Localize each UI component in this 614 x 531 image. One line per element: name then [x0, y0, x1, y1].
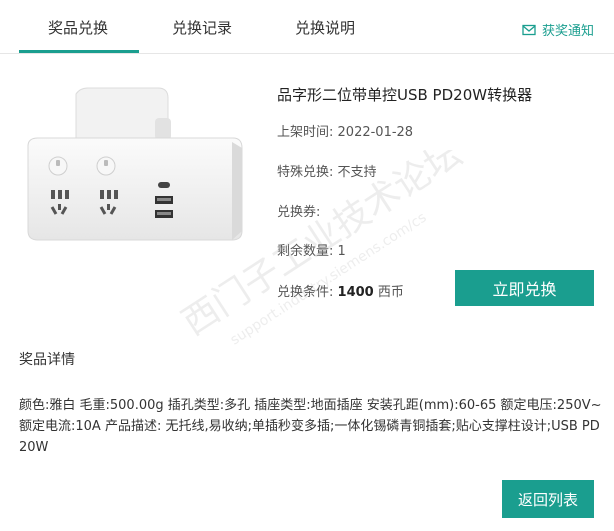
listing-date-row: 上架时间: 2022-01-28	[277, 121, 413, 140]
mail-icon	[522, 24, 536, 35]
exchange-condition-row: 兑换条件: 1400 西币	[277, 281, 404, 300]
remaining-quantity-label: 剩余数量:	[277, 244, 334, 259]
back-to-list-button[interactable]: 返回列表	[502, 480, 594, 518]
exchange-condition-price: 1400	[337, 285, 374, 300]
tab-exchange-instructions[interactable]: 兑换说明	[295, 17, 355, 38]
svg-text:support.industry.siemens.com/c: support.industry.siemens.com/cs	[228, 210, 430, 349]
product-title: 品字形二位带单控USB PD20W转换器	[277, 86, 533, 104]
exchange-condition-unit: 西币	[377, 285, 404, 300]
award-notification-label: 获奖通知	[541, 24, 594, 39]
tab-bar: 奖品兑换 兑换记录 兑换说明 获奖通知	[0, 0, 614, 54]
exchange-condition-label: 兑换条件:	[277, 285, 334, 300]
remaining-quantity-row: 剩余数量: 1	[277, 240, 346, 259]
tab-prize-exchange[interactable]: 奖品兑换	[48, 17, 108, 38]
redeem-now-button[interactable]: 立即兑换	[455, 270, 594, 306]
voucher-row: 兑换券:	[277, 201, 320, 220]
product-image	[27, 87, 243, 241]
listing-date-value: 2022-01-28	[337, 125, 414, 140]
listing-date-label: 上架时间:	[277, 125, 334, 140]
special-exchange-row: 特殊兑换: 不支持	[277, 161, 377, 180]
active-tab-indicator	[19, 50, 139, 53]
remaining-quantity-value: 1	[337, 244, 346, 259]
special-exchange-label: 特殊兑换:	[277, 165, 334, 180]
voucher-label: 兑换券:	[277, 205, 321, 220]
special-exchange-value: 不支持	[337, 165, 377, 180]
tab-exchange-records[interactable]: 兑换记录	[172, 17, 232, 38]
prize-details-heading: 奖品详情	[19, 352, 75, 368]
prize-details-text: 颜色:雅白 毛重:500.00g 插孔类型:多孔 插座类型:地面插座 安装孔距(…	[19, 398, 602, 455]
award-notification-link[interactable]: 获奖通知	[522, 20, 594, 39]
